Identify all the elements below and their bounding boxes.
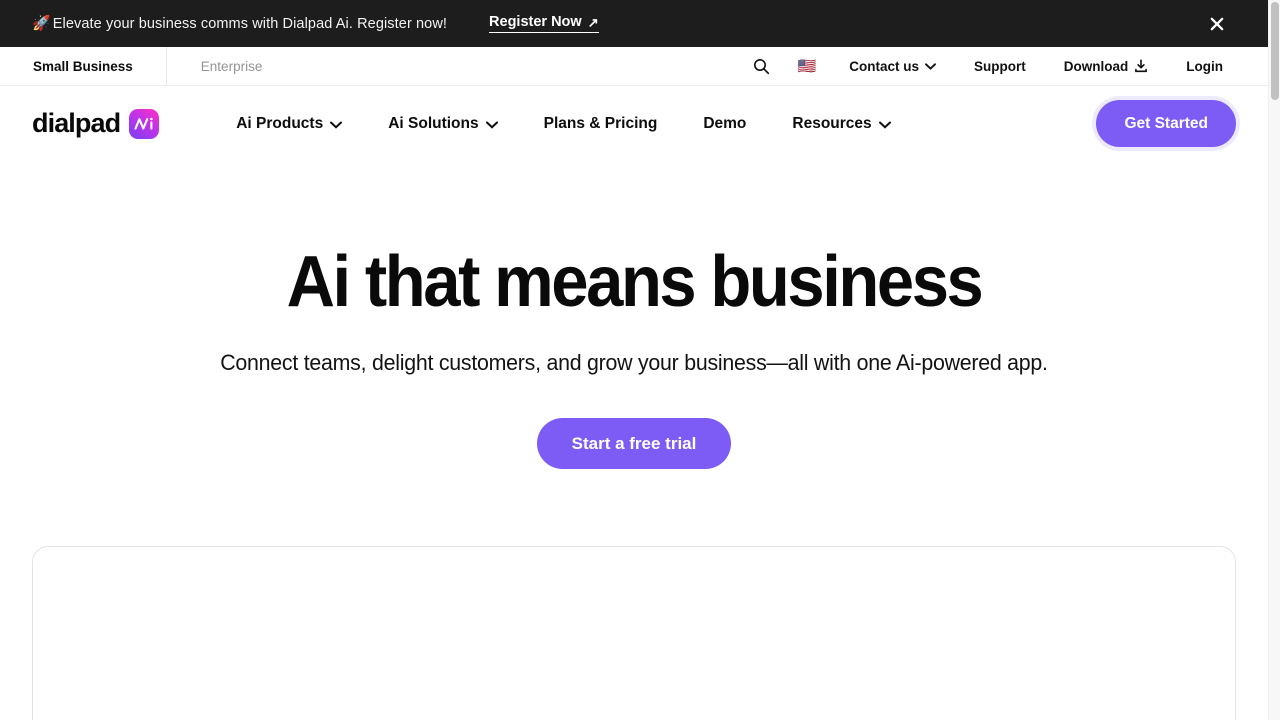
browser-viewport: 🚀 Elevate your business comms with Dialp… <box>0 0 1280 720</box>
chevron-down-icon <box>485 121 498 129</box>
get-started-button[interactable]: Get Started <box>1096 100 1236 147</box>
locale-selector[interactable]: 🇺🇸 <box>784 47 831 86</box>
nav-label: Resources <box>792 114 872 132</box>
chevron-down-icon <box>925 62 936 70</box>
close-icon <box>1210 17 1224 30</box>
nav-label: Ai Solutions <box>388 114 479 132</box>
audience-tabs: Small Business Enterprise <box>0 47 295 85</box>
page-scrollbar-track[interactable] <box>1268 0 1280 720</box>
audience-tab-small-business[interactable]: Small Business <box>0 47 166 85</box>
register-now-link[interactable]: Register Now ↗ <box>489 14 599 33</box>
nav-item-plans-pricing[interactable]: Plans & Pricing <box>521 115 681 133</box>
close-banner-button[interactable] <box>1206 13 1228 35</box>
register-now-label: Register Now <box>489 14 582 30</box>
rocket-icon: 🚀 <box>32 15 51 32</box>
contact-us-menu[interactable]: Contact us <box>830 47 955 86</box>
login-label: Login <box>1186 58 1223 74</box>
start-free-trial-button[interactable]: Start a free trial <box>536 418 732 470</box>
nav-item-resources[interactable]: Resources <box>769 115 913 133</box>
brand-wordmark: dialpad <box>32 108 121 138</box>
support-label: Support <box>974 58 1026 74</box>
utility-bar-actions: 🇺🇸 Contact us Support Download Login <box>739 47 1268 85</box>
us-flag-icon: 🇺🇸 <box>797 57 817 75</box>
utility-bar: Small Business Enterprise 🇺🇸 Contact us … <box>0 47 1268 86</box>
hero-headline: Ai that means business <box>286 242 984 322</box>
hero-section: Ai that means business Connect teams, de… <box>0 161 1268 470</box>
hero-media-placeholder <box>32 546 1236 720</box>
chevron-down-icon <box>330 121 343 129</box>
external-link-arrow-icon: ↗ <box>587 14 599 30</box>
promo-banner-text: Elevate your business comms with Dialpad… <box>52 15 448 32</box>
page-content: 🚀 Elevate your business comms with Dialp… <box>0 0 1268 720</box>
download-link[interactable]: Download <box>1045 47 1168 86</box>
nav-label: Demo <box>703 114 747 132</box>
logo-dialpad[interactable]: dialpad <box>32 108 160 139</box>
promo-banner: 🚀 Elevate your business comms with Dialp… <box>0 0 1268 47</box>
search-icon <box>753 58 769 74</box>
hero-subheadline: Connect teams, delight customers, and gr… <box>220 350 1048 376</box>
nav-label: Plans & Pricing <box>543 114 658 132</box>
search-button[interactable] <box>739 47 784 86</box>
download-label: Download <box>1063 58 1129 74</box>
audience-tab-enterprise[interactable]: Enterprise <box>165 47 296 85</box>
main-header: dialpad Ai Products Ai Solutions Plans &… <box>0 86 1268 161</box>
nav-item-ai-products[interactable]: Ai Products <box>213 115 365 133</box>
download-icon <box>1135 59 1148 73</box>
support-link[interactable]: Support <box>955 47 1045 86</box>
contact-us-label: Contact us <box>849 58 919 74</box>
nav-item-ai-solutions[interactable]: Ai Solutions <box>365 115 520 133</box>
login-link[interactable]: Login <box>1167 47 1242 86</box>
chevron-down-icon <box>878 121 891 129</box>
page-scrollbar-thumb[interactable] <box>1271 2 1279 100</box>
ai-badge <box>129 108 160 139</box>
nav-item-demo[interactable]: Demo <box>680 115 769 133</box>
primary-nav: Ai Products Ai Solutions Plans & Pricing… <box>213 115 913 133</box>
nav-label: Ai Products <box>236 114 324 132</box>
ai-wave-logo-icon <box>134 117 153 130</box>
hero-cta-container: Start a free trial <box>0 418 1268 470</box>
audience-tab-label: Small Business <box>33 58 133 74</box>
audience-tab-label: Enterprise <box>200 58 263 74</box>
promo-banner-message: 🚀 Elevate your business comms with Dialp… <box>32 16 447 32</box>
